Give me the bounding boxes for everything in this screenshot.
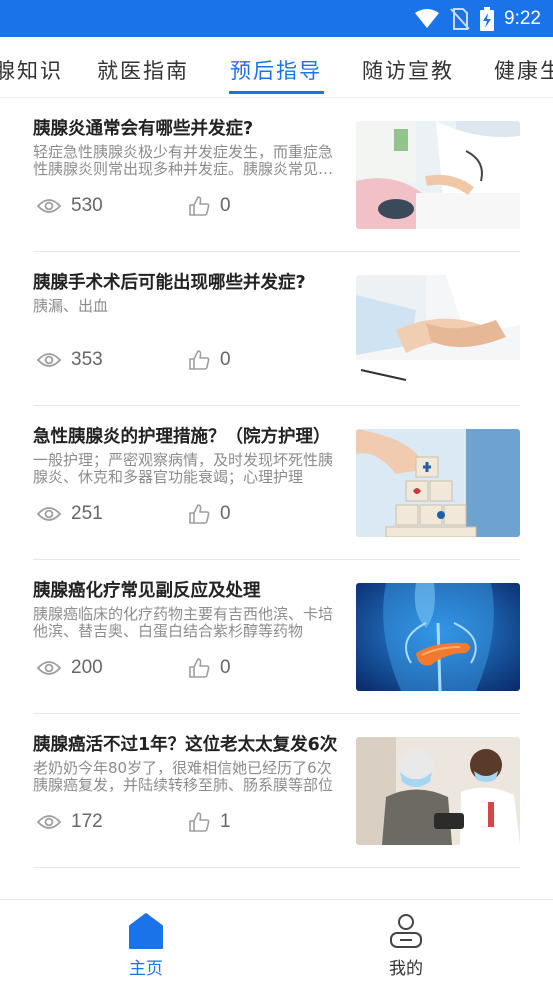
view-count-value: 353 xyxy=(71,349,103,370)
article-summary: 老奶奶今年80岁了，很难相信她已经历了6次胰腺癌复发，并陆续转移至肺、肠系膜等部… xyxy=(33,760,334,794)
view-count: 172 xyxy=(37,809,103,835)
article-item[interactable]: 胰腺炎通常会有哪些并发症? 轻症急性胰腺炎极少有并发症发生，而重症急性胰腺炎则常… xyxy=(33,97,520,252)
status-icons: 9:22 xyxy=(414,6,541,31)
article-title: 胰腺手术术后可能出现哪些并发症? xyxy=(33,273,306,293)
like-count[interactable]: 0 xyxy=(188,347,231,373)
like-count-value: 0 xyxy=(220,657,231,678)
nurse-elderly-patient-image xyxy=(356,737,520,845)
thumbs-up-icon xyxy=(188,811,210,833)
article-summary: 轻症急性胰腺炎极少有并发症发生，而重症急性胰腺炎则常出现多种并发症。胰腺炎常见并… xyxy=(33,144,334,178)
thumbs-up-icon xyxy=(188,657,210,679)
eye-icon xyxy=(37,506,61,522)
thumbs-up-icon xyxy=(188,349,210,371)
article-item[interactable]: 胰腺癌化疗常见副反应及处理 胰腺癌临床的化疗药物主要有吉西他滨、卡培他滨、替吉奥… xyxy=(33,559,520,714)
tab-knowledge[interactable]: 腺知识 xyxy=(0,37,63,97)
holding-hands-image xyxy=(356,275,520,383)
view-count: 200 xyxy=(37,655,103,681)
like-count[interactable]: 1 xyxy=(188,809,231,835)
thumbs-up-icon xyxy=(188,503,210,525)
article-title: 胰腺癌化疗常见副反应及处理 xyxy=(33,581,261,601)
article-summary: 一般护理；严密观察病情，及时发现坏死性胰腺炎、休克和多器官功能衰竭；心理护理 xyxy=(33,452,334,486)
wifi-icon xyxy=(414,8,440,29)
like-count-value: 0 xyxy=(220,349,231,370)
nav-profile[interactable]: 我的 xyxy=(336,900,476,984)
article-item[interactable]: 胰腺癌活不过1年？这位老太太复发6次 老奶奶今年80岁了，很难相信她已经历了6次… xyxy=(33,713,520,868)
profile-icon xyxy=(388,912,424,950)
tab-followup-education[interactable]: 随访宣教 xyxy=(362,37,454,97)
view-count: 353 xyxy=(37,347,103,373)
nav-profile-label: 我的 xyxy=(389,959,423,979)
category-tabs: 腺知识 就医指南 预后指导 随访宣教 健康生 xyxy=(0,37,553,98)
article-item[interactable]: 胰腺手术术后可能出现哪些并发症? 胰漏、出血 353 0 xyxy=(33,251,520,406)
view-count-value: 200 xyxy=(71,657,103,678)
medical-blocks-image xyxy=(356,429,520,537)
article-stats: 200 0 xyxy=(37,655,337,681)
like-count[interactable]: 0 xyxy=(188,655,231,681)
article-title: 急性胰腺炎的护理措施？（院方护理） xyxy=(33,427,331,447)
battery-charging-icon xyxy=(480,6,495,31)
view-count-value: 530 xyxy=(71,195,103,216)
tab-prognosis-guidance[interactable]: 预后指导 xyxy=(230,37,322,97)
eye-icon xyxy=(37,660,61,676)
like-count-value: 0 xyxy=(220,503,231,524)
active-tab-indicator xyxy=(229,91,324,94)
eye-icon xyxy=(37,352,61,368)
eye-icon xyxy=(37,198,61,214)
like-count[interactable]: 0 xyxy=(188,501,231,527)
article-title: 胰腺炎通常会有哪些并发症? xyxy=(33,119,254,139)
article-summary: 胰漏、出血 xyxy=(33,298,109,315)
view-count-value: 172 xyxy=(71,811,103,832)
view-count: 530 xyxy=(37,193,103,219)
article-stats: 172 1 xyxy=(37,809,337,835)
like-count-value: 1 xyxy=(220,811,231,832)
view-count: 251 xyxy=(37,501,103,527)
article-stats: 530 0 xyxy=(37,193,337,219)
eye-icon xyxy=(37,814,61,830)
nav-home[interactable]: 主页 xyxy=(76,900,216,984)
status-bar: 9:22 xyxy=(0,0,553,37)
status-time: 9:22 xyxy=(504,7,541,29)
bottom-navigation: 主页 我的 xyxy=(0,899,553,984)
article-summary: 胰腺癌临床的化疗药物主要有吉西他滨、卡培他滨、替吉奥、白蛋白结合紫杉醇等药物 xyxy=(33,606,334,640)
tab-medical-guide[interactable]: 就医指南 xyxy=(97,37,189,97)
article-stats: 251 0 xyxy=(37,501,337,527)
article-stats: 353 0 xyxy=(37,347,337,373)
tab-health-life[interactable]: 健康生 xyxy=(494,37,553,97)
pancreas-anatomy-image xyxy=(356,583,520,691)
no-sim-icon xyxy=(450,7,470,30)
article-title: 胰腺癌活不过1年？这位老太太复发6次 xyxy=(33,735,338,755)
doctor-blood-pressure-image xyxy=(356,121,520,229)
home-icon xyxy=(128,912,164,950)
like-count[interactable]: 0 xyxy=(188,193,231,219)
article-item[interactable]: 急性胰腺炎的护理措施？（院方护理） 一般护理；严密观察病情，及时发现坏死性胰腺炎… xyxy=(33,405,520,560)
view-count-value: 251 xyxy=(71,503,103,524)
like-count-value: 0 xyxy=(220,195,231,216)
nav-home-label: 主页 xyxy=(129,959,163,979)
thumbs-up-icon xyxy=(188,195,210,217)
